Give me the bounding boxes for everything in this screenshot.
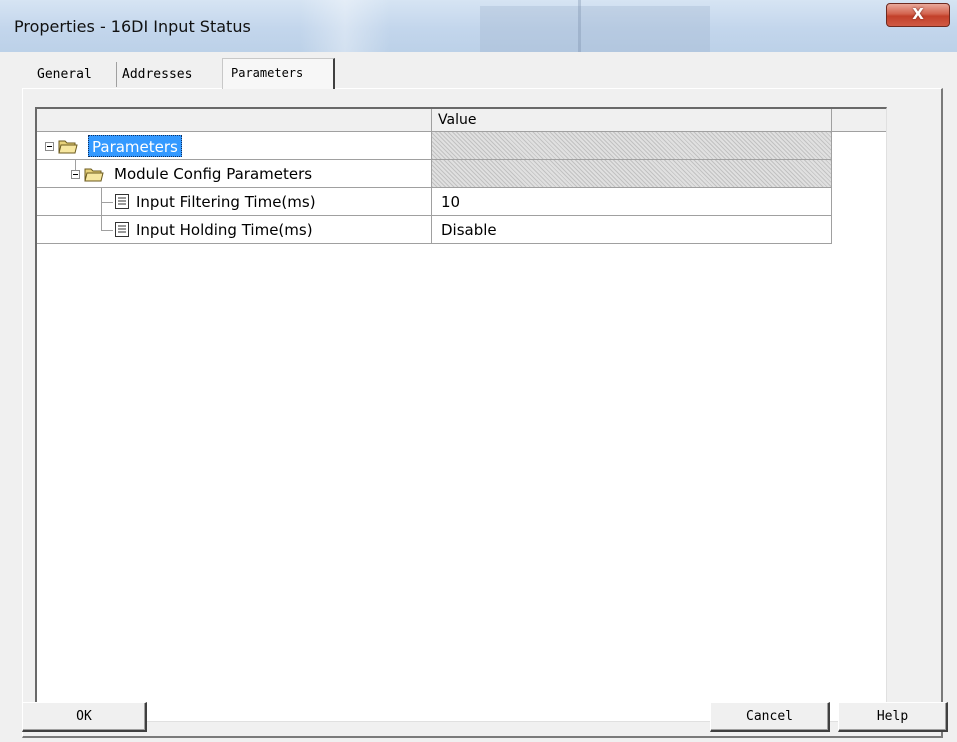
tree-label: Parameters	[88, 135, 182, 157]
title-bar-glare	[300, 0, 390, 52]
close-button[interactable]: X	[886, 3, 950, 27]
tab-general[interactable]: General	[34, 62, 116, 87]
value-cell[interactable]: 10	[432, 188, 832, 216]
window-title: Properties - 16DI Input Status	[14, 17, 251, 36]
tree-line	[101, 230, 113, 231]
tree-row-module-config[interactable]: Module Config Parameters	[37, 160, 837, 188]
parameters-grid: Value Parameters Module Config Parameter…	[35, 107, 887, 722]
column-header-filler	[832, 109, 886, 132]
tree-cell: Input Holding Time(ms)	[37, 216, 432, 244]
tree-line	[75, 160, 76, 170]
tree-line	[101, 202, 113, 203]
properties-dialog: Properties - 16DI Input Status X General…	[0, 0, 957, 742]
title-bar[interactable]: Properties - 16DI Input Status X	[0, 0, 957, 52]
ok-button[interactable]: OK	[22, 702, 147, 732]
tab-parameters[interactable]: Parameters	[222, 58, 335, 89]
parameter-icon	[115, 222, 129, 237]
tree-cell: Parameters	[37, 132, 432, 160]
cancel-button[interactable]: Cancel	[710, 702, 830, 732]
tree-cell: Module Config Parameters	[37, 160, 432, 188]
title-bar-glare	[578, 0, 581, 52]
dialog-client-area: General Addresses Parameters Value Param…	[8, 52, 949, 742]
help-button[interactable]: Help	[838, 702, 948, 732]
tree-label: Module Config Parameters	[114, 165, 313, 183]
title-bar-glare	[480, 6, 710, 52]
value-cell	[432, 160, 832, 188]
collapse-icon[interactable]	[45, 142, 54, 151]
collapse-icon[interactable]	[71, 170, 80, 179]
value-cell	[432, 132, 832, 160]
column-header-name[interactable]	[37, 109, 432, 132]
tree-row-input-filtering-time[interactable]: Input Filtering Time(ms) 10	[37, 188, 837, 216]
tree-row-input-holding-time[interactable]: Input Holding Time(ms) Disable	[37, 216, 837, 244]
tree-label: Input Filtering Time(ms)	[136, 193, 316, 211]
tree-line	[101, 216, 102, 231]
parameter-icon	[115, 194, 129, 209]
tree-row-parameters[interactable]: Parameters	[37, 132, 837, 160]
folder-open-icon	[84, 168, 104, 182]
tree-cell: Input Filtering Time(ms)	[37, 188, 432, 216]
value-cell[interactable]: Disable	[432, 216, 832, 244]
tree-label: Input Holding Time(ms)	[136, 221, 313, 239]
tab-addresses[interactable]: Addresses	[116, 62, 220, 87]
close-icon: X	[912, 5, 924, 23]
folder-open-icon	[58, 140, 78, 154]
column-header-value[interactable]: Value	[432, 109, 832, 132]
